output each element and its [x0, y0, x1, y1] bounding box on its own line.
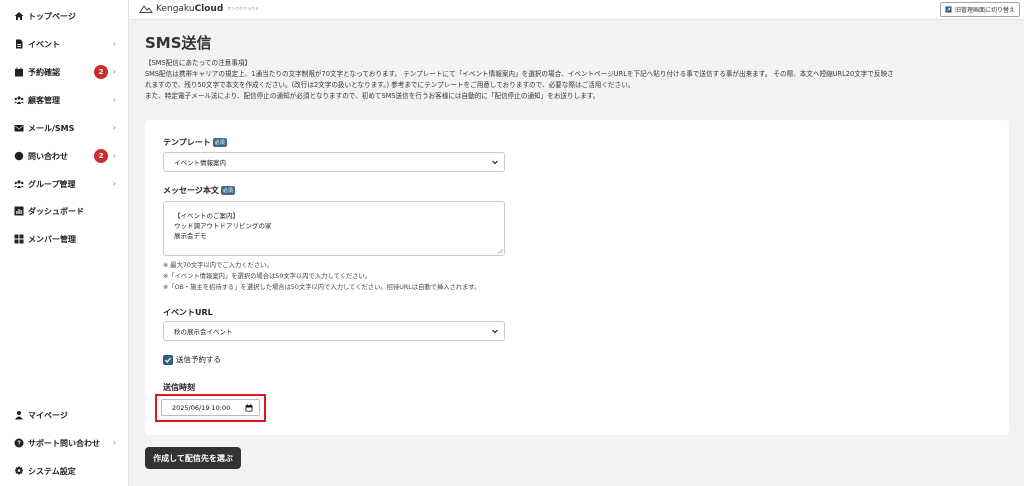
sidebar-item-mail-sms[interactable]: メール/SMS ›	[0, 118, 129, 138]
logo-prefix: Kengaku	[156, 4, 195, 14]
page-title: SMS送信	[145, 34, 212, 52]
logo-subtitle: ケンガククラウド	[227, 6, 260, 11]
sidebar-item-label: メール/SMS	[28, 123, 75, 133]
sidebar-item-label: イベント	[28, 39, 60, 49]
event-url-select[interactable]: 秋の展示会イベント	[163, 321, 505, 341]
event-url-label: イベントURL	[163, 308, 213, 317]
person-icon	[14, 410, 24, 420]
sidebar: トップページ イベント › 予約確認 2 › 顧客管理 › メール/SMS › …	[0, 0, 129, 486]
template-select[interactable]: イベント情報案内	[163, 152, 505, 172]
document-icon	[14, 39, 24, 49]
message-label: メッセージ本文 必須	[163, 185, 235, 196]
sidebar-item-system-settings[interactable]: システム設定	[0, 461, 129, 481]
calendar-icon	[14, 67, 24, 77]
calendar-icon[interactable]	[245, 404, 253, 412]
notification-badge: 2	[94, 65, 108, 79]
sidebar-item-members[interactable]: メンバー管理	[0, 229, 129, 249]
sidebar-item-label: トップページ	[28, 11, 76, 21]
chart-icon	[14, 206, 24, 216]
chevron-right-icon: ›	[112, 438, 116, 447]
chevron-right-icon: ›	[112, 67, 116, 76]
schedule-checkbox-row[interactable]: 送信予約する	[163, 354, 221, 365]
message-line: 【イベントのご案内】	[174, 212, 239, 220]
resize-handle-icon[interactable]	[497, 248, 503, 254]
check-icon	[165, 357, 172, 363]
sidebar-item-mypage[interactable]: マイページ	[0, 405, 129, 425]
chevron-down-icon	[492, 160, 498, 165]
sidebar-item-support[interactable]: サポート問い合わせ ›	[0, 433, 129, 453]
sidebar-item-label: グループ管理	[28, 179, 76, 189]
sms-form-card: テンプレート 必須 イベント情報案内 メッセージ本文 必須 【イベントのご案内】…	[145, 120, 1009, 435]
gear-icon	[14, 466, 24, 476]
sms-notice: 【SMS配信にあたっての注意事項】 SMS配信は携帯キャリアの規定上、1通当たり…	[145, 58, 1015, 102]
chevron-right-icon: ›	[112, 39, 116, 48]
event-url-select-value: 秋の展示会イベント	[174, 328, 233, 336]
users-icon	[14, 95, 24, 105]
send-time-value: 2025/06/19 10:00	[172, 403, 231, 412]
logo-bold: Cloud	[194, 4, 224, 14]
chevron-down-icon	[492, 329, 498, 334]
notice-line: また、特定電子メール法により、配信停止の通知が必須となりますので、初めてSMS送…	[145, 92, 600, 100]
required-badge: 必須	[220, 186, 235, 195]
send-time-input[interactable]: 2025/06/19 10:00	[161, 399, 260, 416]
top-bar: Kengaku Cloud ケンガククラウド 旧管理画面に切り替え	[129, 0, 1024, 20]
home-icon	[14, 11, 24, 21]
schedule-checkbox-label: 送信予約する	[176, 355, 221, 364]
sidebar-item-label: サポート問い合わせ	[28, 438, 100, 448]
notice-line: 【SMS配信にあたっての注意事項】	[145, 59, 252, 67]
sidebar-item-dashboard[interactable]: ダッシュボード	[0, 201, 129, 221]
notice-line: れますので、残り50文字で本文を作成ください。(改行は2文字の扱いとなります。)…	[145, 81, 635, 89]
question-icon	[14, 438, 24, 448]
note-line: ※「イベント情報案内」を選択の場合は50文字以内で入力してください。	[163, 273, 372, 280]
send-time-label: 送信時刻	[163, 383, 195, 392]
message-line: ウッド調アウトドアリビングの家	[174, 222, 272, 230]
mail-icon	[14, 123, 24, 133]
sidebar-item-label: 顧客管理	[28, 95, 60, 105]
chat-icon	[14, 151, 24, 161]
message-label-text: メッセージ本文	[163, 186, 219, 195]
grid-icon	[14, 234, 24, 244]
template-label-text: テンプレート	[163, 138, 211, 147]
create-and-select-recipients-button[interactable]: 作成して配信先を選ぶ	[145, 447, 241, 469]
chevron-right-icon: ›	[112, 151, 116, 160]
note-line: ※「OB・施主を招待する」を選択した場合は50文字以内で入力してください。招待U…	[163, 284, 481, 291]
sidebar-item-label: メンバー管理	[28, 234, 76, 244]
sidebar-item-label: 予約確認	[28, 67, 60, 77]
notification-badge: 2	[94, 149, 108, 163]
chevron-right-icon: ›	[112, 179, 116, 188]
chevron-right-icon: ›	[112, 95, 116, 104]
sidebar-item-event[interactable]: イベント ›	[0, 34, 129, 54]
sidebar-item-reservation[interactable]: 予約確認 2 ›	[0, 62, 129, 82]
sidebar-item-label: ダッシュボード	[28, 206, 84, 216]
sidebar-item-customers[interactable]: 顧客管理 ›	[0, 90, 129, 110]
external-link-icon	[945, 6, 952, 13]
sidebar-item-groups[interactable]: グループ管理 ›	[0, 174, 129, 194]
chevron-right-icon: ›	[112, 123, 116, 132]
sidebar-item-label: マイページ	[28, 410, 68, 420]
note-line: ※ 最大70文字以内でご入力ください。	[163, 262, 273, 269]
notice-line: SMS配信は携帯キャリアの規定上、1通当たりの文字制限が70文字となっております…	[145, 70, 894, 78]
template-select-value: イベント情報案内	[174, 159, 226, 167]
message-line: 展示会デモ	[174, 232, 207, 240]
switch-legacy-admin-label: 旧管理画面に切り替え	[954, 7, 1015, 14]
message-textarea[interactable]: 【イベントのご案内】 ウッド調アウトドアリビングの家 展示会デモ	[163, 201, 505, 256]
group-icon	[14, 179, 24, 189]
sidebar-item-inquiries[interactable]: 問い合わせ 2 ›	[0, 146, 129, 166]
logo[interactable]: Kengaku Cloud ケンガククラウド	[139, 4, 259, 14]
sidebar-item-label: システム設定	[28, 466, 76, 476]
message-notes: ※ 最大70文字以内でご入力ください。 ※「イベント情報案内」を選択の場合は50…	[163, 260, 480, 293]
sidebar-item-top[interactable]: トップページ	[0, 6, 129, 26]
required-badge: 必須	[212, 138, 227, 147]
sidebar-item-label: 問い合わせ	[28, 151, 68, 161]
schedule-checkbox[interactable]	[163, 354, 173, 365]
cloud-logo-icon	[139, 5, 153, 13]
switch-legacy-admin-button[interactable]: 旧管理画面に切り替え	[939, 2, 1020, 17]
template-label: テンプレート 必須	[163, 137, 227, 148]
